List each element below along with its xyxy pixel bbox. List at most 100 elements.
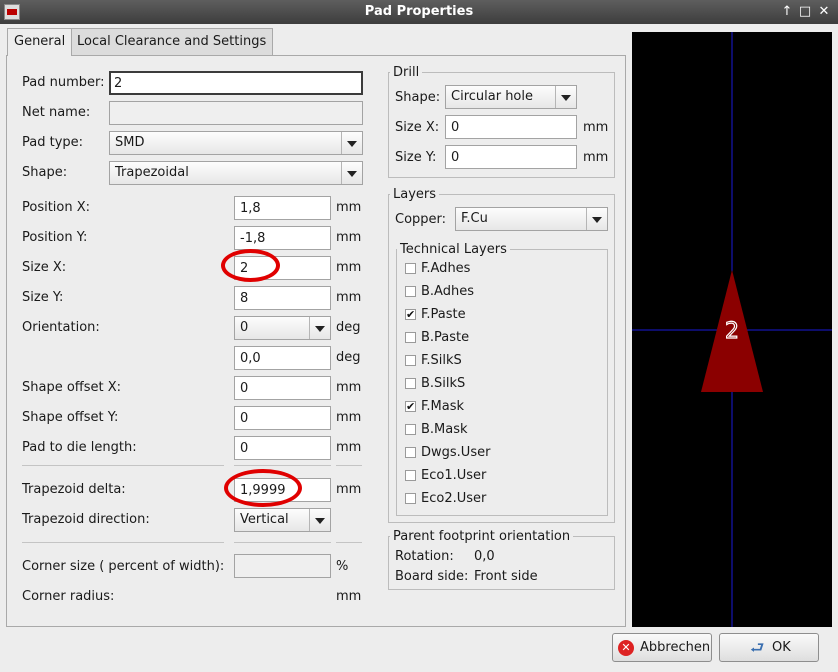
trapezoid-delta-unit: mm: [336, 482, 362, 497]
separator: [234, 465, 331, 466]
drill-shape-value: Circular hole: [451, 89, 533, 104]
trapezoid-direction-value: Vertical: [240, 512, 289, 527]
orientation-unit: deg: [336, 320, 361, 335]
shape-select[interactable]: Trapezoidal: [109, 161, 363, 185]
drill-size-y-unit: mm: [583, 150, 609, 165]
technical-layer-row[interactable]: B.SilkS: [405, 375, 600, 395]
chevron-down-icon: [309, 317, 330, 339]
size-x-label: Size X:: [22, 260, 67, 275]
checkbox-checked-icon[interactable]: ✔: [405, 309, 416, 320]
ok-icon: ⮐: [750, 638, 765, 657]
highlight-circle-size-x: [221, 249, 280, 282]
position-y-label: Position Y:: [22, 230, 88, 245]
checkbox-icon[interactable]: [405, 470, 416, 481]
shape-label: Shape:: [22, 165, 68, 180]
separator: [22, 465, 224, 466]
window-title: Pad Properties: [364, 4, 474, 19]
shape-offset-y-input[interactable]: [234, 406, 331, 430]
layers-group-title: Layers: [390, 187, 440, 203]
shape-offset-y-unit: mm: [336, 410, 362, 425]
checkbox-icon[interactable]: [405, 447, 416, 458]
orientation-value: 0: [240, 320, 249, 335]
cancel-icon: ✕: [618, 640, 634, 656]
technical-layer-row[interactable]: ✔ F.Mask: [405, 398, 600, 418]
corner-radius-label: Corner radius:: [22, 589, 115, 604]
board-side-label: Board side:: [395, 569, 469, 584]
pad-number-preview-label: 2: [725, 319, 739, 344]
copper-label: Copper:: [395, 212, 447, 227]
cancel-button-label: Abbrechen: [640, 640, 711, 655]
close-icon[interactable]: ✕: [815, 3, 833, 21]
checkbox-checked-icon[interactable]: ✔: [405, 401, 416, 412]
position-y-input[interactable]: [234, 226, 331, 250]
technical-layer-row[interactable]: F.Adhes: [405, 260, 600, 280]
pad-type-select[interactable]: SMD: [109, 131, 363, 155]
cancel-button[interactable]: ✕ Abbrechen: [612, 633, 712, 662]
net-name-input[interactable]: [109, 101, 363, 125]
checkbox-icon[interactable]: [405, 263, 416, 274]
shape-offset-x-input[interactable]: [234, 376, 331, 400]
position-x-unit: mm: [336, 200, 362, 215]
drill-size-y-label: Size Y:: [395, 150, 437, 165]
pad-number-input[interactable]: [109, 71, 363, 95]
pad-type-value: SMD: [115, 135, 145, 150]
checkbox-icon[interactable]: [405, 378, 416, 389]
size-y-unit: mm: [336, 290, 362, 305]
technical-layer-row[interactable]: Eco2.User: [405, 490, 600, 510]
net-name-label: Net name:: [22, 105, 91, 120]
ok-button[interactable]: ⮐ OK: [719, 633, 819, 662]
drill-shape-select[interactable]: Circular hole: [445, 85, 577, 109]
trapezoid-direction-label: Trapezoid direction:: [22, 512, 150, 527]
technical-layer-row[interactable]: B.Paste: [405, 329, 600, 349]
tab-local-clearance[interactable]: Local Clearance and Settings: [70, 28, 274, 55]
chevron-down-icon: [555, 86, 576, 108]
orientation-select[interactable]: 0: [234, 316, 331, 340]
copper-value: F.Cu: [461, 211, 488, 226]
title-bar: Pad Properties ↑ □ ✕: [0, 0, 838, 24]
technical-layer-row[interactable]: ✔ F.Paste: [405, 306, 600, 326]
checkbox-icon[interactable]: [405, 286, 416, 297]
trapezoid-direction-select[interactable]: Vertical: [234, 508, 331, 532]
corner-radius-unit: mm: [336, 589, 362, 604]
corner-size-input[interactable]: [234, 554, 331, 578]
trapezoid-delta-label: Trapezoid delta:: [22, 482, 126, 497]
checkbox-icon[interactable]: [405, 493, 416, 504]
chevron-down-icon: [309, 509, 330, 531]
technical-layer-row[interactable]: F.SilkS: [405, 352, 600, 372]
copper-select[interactable]: F.Cu: [455, 207, 608, 231]
ok-button-label: OK: [772, 640, 791, 655]
checkbox-icon[interactable]: [405, 332, 416, 343]
size-y-input[interactable]: [234, 286, 331, 310]
position-x-label: Position X:: [22, 200, 91, 215]
technical-layer-row[interactable]: Dwgs.User: [405, 444, 600, 464]
checkbox-icon[interactable]: [405, 355, 416, 366]
position-x-input[interactable]: [234, 196, 331, 220]
orientation-custom-input[interactable]: [234, 346, 331, 370]
pad-number-label: Pad number:: [22, 75, 105, 90]
drill-size-y-input[interactable]: [445, 145, 577, 169]
pad-to-die-input[interactable]: [234, 436, 331, 460]
size-y-label: Size Y:: [22, 290, 64, 305]
pin-icon[interactable]: ↑: [778, 3, 796, 21]
tab-general[interactable]: General: [7, 28, 73, 56]
technical-layer-row[interactable]: B.Adhes: [405, 283, 600, 303]
technical-layer-label: Dwgs.User: [421, 445, 491, 460]
separator: [336, 465, 362, 466]
maximize-icon[interactable]: □: [796, 3, 814, 21]
technical-layer-row[interactable]: Eco1.User: [405, 467, 600, 487]
technical-layer-label: B.Paste: [421, 330, 470, 345]
chevron-down-icon: [341, 132, 362, 154]
parent-orientation-title: Parent footprint orientation: [390, 529, 574, 545]
pad-preview-svg: 2: [632, 32, 832, 627]
drill-size-x-label: Size X:: [395, 120, 440, 135]
checkbox-icon[interactable]: [405, 424, 416, 435]
technical-layer-row[interactable]: B.Mask: [405, 421, 600, 441]
shape-value: Trapezoidal: [115, 165, 189, 180]
technical-layer-label: B.Mask: [421, 422, 468, 437]
pad-type-label: Pad type:: [22, 135, 84, 150]
drill-size-x-input[interactable]: [445, 115, 577, 139]
technical-layer-label: B.SilkS: [421, 376, 466, 391]
chevron-down-icon: [341, 162, 362, 184]
pad-preview-canvas[interactable]: 2: [632, 32, 832, 627]
separator: [234, 542, 331, 543]
